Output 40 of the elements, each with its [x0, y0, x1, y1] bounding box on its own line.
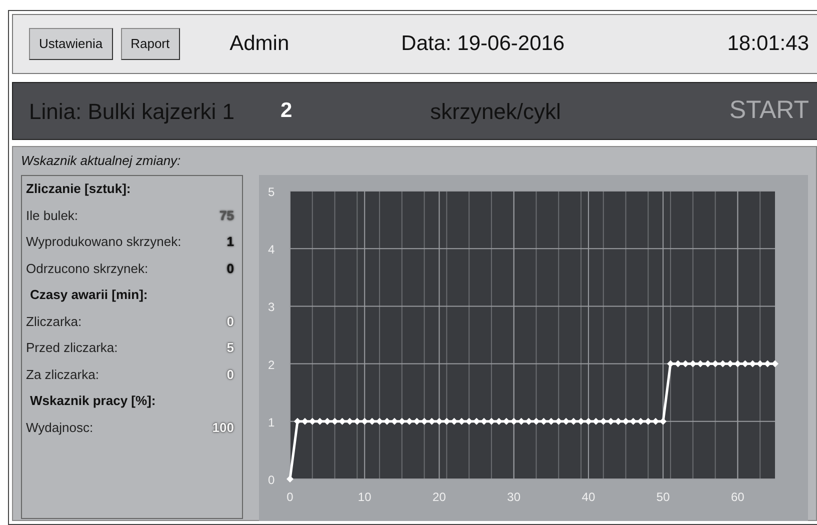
y-tick-label: 0: [268, 472, 275, 486]
panel-title: Wskaznik aktualnej zmiany:: [21, 152, 182, 170]
toolbar-button[interactable]: Ustawienia: [29, 28, 113, 60]
section-heading: Czasy awarii [min]:: [30, 286, 148, 304]
x-tick-label: 30: [507, 490, 521, 504]
counter-value: 0: [226, 260, 234, 278]
clock-time: 18:01:43: [727, 31, 809, 58]
toolbar-button[interactable]: Raport: [120, 28, 180, 60]
counter-value: 0: [226, 312, 234, 330]
y-tick-label: 5: [268, 184, 275, 198]
x-tick-label: 20: [432, 490, 446, 504]
boxes-per-cycle-count: 2: [280, 98, 292, 124]
counter-label: Za zliczarka:: [26, 366, 99, 384]
counter-value: 1: [226, 233, 234, 251]
date-label: Data: 19-06-2016: [401, 31, 565, 58]
data-point: [286, 475, 294, 482]
counter-label: Przed zliczarka:: [26, 339, 118, 357]
counter-value: 0: [226, 366, 234, 384]
x-tick-label: 40: [582, 490, 596, 504]
counter-value: 100: [212, 418, 234, 436]
counter-label: Zliczarka:: [26, 312, 82, 330]
y-tick-label: 3: [268, 300, 275, 314]
counter-label: Ile bulek:: [26, 206, 78, 224]
x-tick-label: 10: [358, 490, 372, 504]
x-tick-label: 50: [656, 490, 670, 504]
y-tick-label: 1: [268, 414, 275, 429]
counter-label: Wyprodukowano skrzynek:: [26, 233, 182, 251]
counter-label: Wydajnosc:: [26, 418, 94, 437]
y-tick-label: 2: [268, 357, 275, 372]
counter-value: 75: [220, 206, 234, 224]
counter-value: 5: [226, 339, 234, 357]
line-name: Linia: Bulki kajzerki 1: [29, 98, 234, 126]
x-tick-label: 0: [286, 490, 294, 504]
counter-label: Odrzucono skrzynek:: [26, 260, 148, 278]
section-heading: Zliczanie [sztuk]:: [26, 180, 131, 198]
user-name: Admin: [230, 31, 290, 58]
section-heading: Wskaznik pracy [%]:: [30, 392, 156, 410]
unit-label: skrzynek/cykl: [430, 98, 561, 126]
x-tick-label: 60: [731, 490, 744, 504]
y-tick-label: 4: [268, 242, 275, 256]
